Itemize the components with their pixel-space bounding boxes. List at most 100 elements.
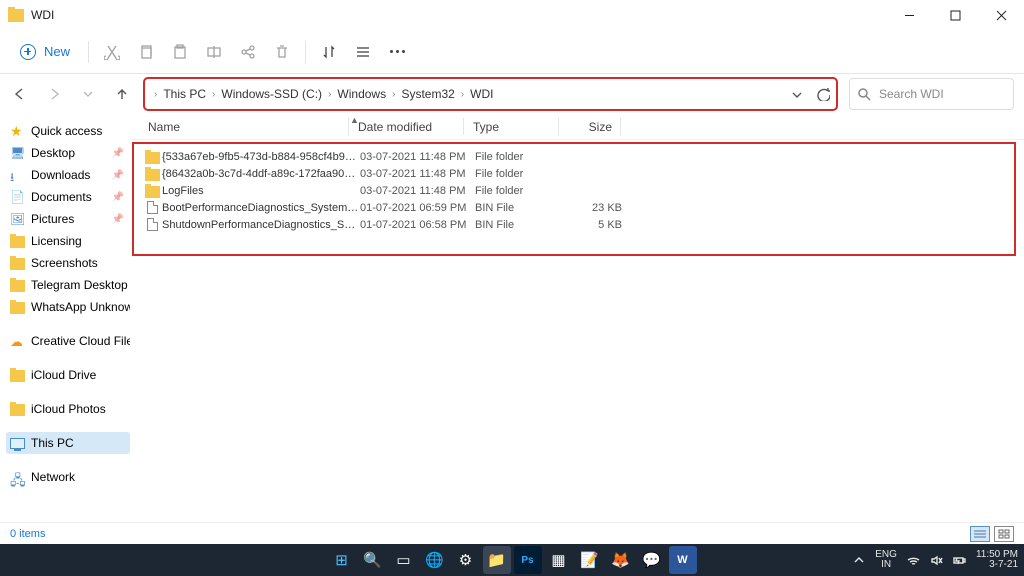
system-tray[interactable]: ENGIN 11:50 PM3-7-21 [852,550,1018,570]
sidebar-item-this-pc[interactable]: This PC [6,432,130,454]
file-row[interactable]: {86432a0b-3c7d-4ddf-a89c-172faa90485...0… [144,165,1014,182]
pin-icon: 📌 [112,148,124,159]
sidebar-quick-access[interactable]: ★Quick access [6,120,130,142]
sidebar-item-creative-cloud[interactable]: ☁Creative Cloud Files [6,330,130,352]
taskbar-app1[interactable]: ▦ [545,546,573,574]
desktop-icon: 🖥 [10,146,25,161]
file-row[interactable]: {533a67eb-9fb5-473d-b884-958cf4b9c4...03… [144,148,1014,165]
folder-icon [145,169,160,181]
battery-icon[interactable] [953,554,966,567]
col-size[interactable]: Size [560,120,620,134]
sidebar-item-icloud-drive[interactable]: iCloud Drive [6,364,130,386]
sidebar-item-whatsapp[interactable]: WhatsApp Unknown [6,296,130,318]
taskbar-app2[interactable]: 💬 [638,546,666,574]
column-headers: Name ▲ Date modified Type Size [130,114,1024,140]
sidebar-item-pictures[interactable]: 🖼Pictures📌 [6,208,130,230]
taskbar-settings[interactable]: ⚙ [452,546,480,574]
delete-button[interactable] [265,36,299,68]
chevron-right-icon: › [151,89,160,100]
wifi-icon[interactable] [907,554,920,567]
cut-button[interactable] [95,36,129,68]
file-icon [147,201,158,214]
col-name[interactable]: Name [140,120,350,134]
folder-icon [10,370,25,382]
crumb-wdi[interactable]: WDI [467,87,496,101]
sidebar-item-licensing[interactable]: Licensing [6,230,130,252]
toolbar: New [0,30,1024,74]
sidebar-item-downloads[interactable]: ⭳Downloads📌 [6,164,130,186]
file-row[interactable]: ShutdownPerformanceDiagnostics_Syst...01… [144,216,1014,233]
sort-asc-icon: ▲ [350,115,359,125]
window-title: WDI [31,8,54,22]
document-icon: 📄 [10,190,25,205]
download-icon: ⭳ [10,168,25,183]
close-button[interactable] [978,0,1024,30]
taskbar-notes[interactable]: 📝 [576,546,604,574]
back-button[interactable] [4,78,36,110]
taskbar[interactable]: ⊞ 🔍 ▭ 🌐 ⚙ 📁 Ps ▦ 📝 🦊 💬 W ENGIN 11:50 PM3… [0,544,1024,576]
file-row[interactable]: LogFiles03-07-2021 11:48 PMFile folder [144,182,1014,199]
taskbar-chrome[interactable]: 🌐 [421,546,449,574]
col-type[interactable]: Type [465,120,560,134]
search-icon [858,88,871,101]
forward-button[interactable] [38,78,70,110]
copy-button[interactable] [129,36,163,68]
folder-icon [10,404,25,416]
taskbar-taskview[interactable]: ▭ [390,546,418,574]
picture-icon: 🖼 [10,212,25,227]
taskbar-word[interactable]: W [669,546,697,574]
crumb-system32[interactable]: System32 [398,87,457,101]
chevron-down-icon[interactable] [790,88,803,101]
network-icon: 🖧 [10,470,25,485]
search-box[interactable]: Search WDI [849,78,1014,110]
maximize-button[interactable] [932,0,978,30]
minimize-button[interactable] [886,0,932,30]
paste-button[interactable] [163,36,197,68]
tray-language[interactable]: ENGIN [875,550,897,570]
plus-icon [20,44,36,60]
more-button[interactable] [380,50,415,53]
up-button[interactable] [106,78,138,110]
sidebar-item-network[interactable]: 🖧Network [6,466,130,488]
large-icons-view-button[interactable] [994,526,1014,542]
sort-button[interactable] [312,36,346,68]
sidebar: ★Quick access 🖥Desktop📌 ⭳Downloads📌 📄Doc… [0,114,130,554]
refresh-icon[interactable] [817,88,830,101]
sidebar-item-desktop[interactable]: 🖥Desktop📌 [6,142,130,164]
sidebar-item-screenshots[interactable]: Screenshots [6,252,130,274]
search-placeholder: Search WDI [879,87,944,101]
window-titlebar: WDI [0,0,1024,30]
new-label: New [44,44,70,59]
share-button[interactable] [231,36,265,68]
taskbar-firefox[interactable]: 🦊 [607,546,635,574]
view-button[interactable] [346,36,380,68]
sidebar-item-telegram[interactable]: Telegram Desktop [6,274,130,296]
sidebar-item-icloud-photos[interactable]: iCloud Photos [6,398,130,420]
crumb-drive[interactable]: Windows-SSD (C:) [218,87,325,101]
rename-button[interactable] [197,36,231,68]
taskbar-search[interactable]: 🔍 [359,546,387,574]
start-button[interactable]: ⊞ [328,546,356,574]
volume-icon[interactable] [930,554,943,567]
details-view-button[interactable] [970,526,990,542]
address-bar[interactable]: › This PC› Windows-SSD (C:)› Windows› Sy… [144,78,837,110]
taskbar-explorer[interactable]: 📁 [483,546,511,574]
file-icon [147,218,158,231]
tray-clock[interactable]: 11:50 PM3-7-21 [976,550,1018,570]
folder-icon [145,186,160,198]
col-date[interactable]: Date modified [350,120,465,134]
taskbar-photoshop[interactable]: Ps [514,546,542,574]
sidebar-item-documents[interactable]: 📄Documents📌 [6,186,130,208]
new-button[interactable]: New [8,36,82,68]
crumb-windows[interactable]: Windows [334,87,389,101]
file-row[interactable]: BootPerformanceDiagnostics_SystemDa...01… [144,199,1014,216]
folder-icon [10,236,25,248]
folder-icon [145,152,160,164]
recent-button[interactable] [72,78,104,110]
file-pane: Name ▲ Date modified Type Size {533a67eb… [130,114,1024,554]
tray-chevron-icon[interactable] [852,554,865,567]
file-list[interactable]: {533a67eb-9fb5-473d-b884-958cf4b9c4...03… [134,144,1014,254]
crumb-this-pc[interactable]: This PC [160,87,209,101]
breadcrumb[interactable]: › This PC› Windows-SSD (C:)› Windows› Sy… [151,87,496,101]
cloud-icon: ☁ [10,334,25,349]
